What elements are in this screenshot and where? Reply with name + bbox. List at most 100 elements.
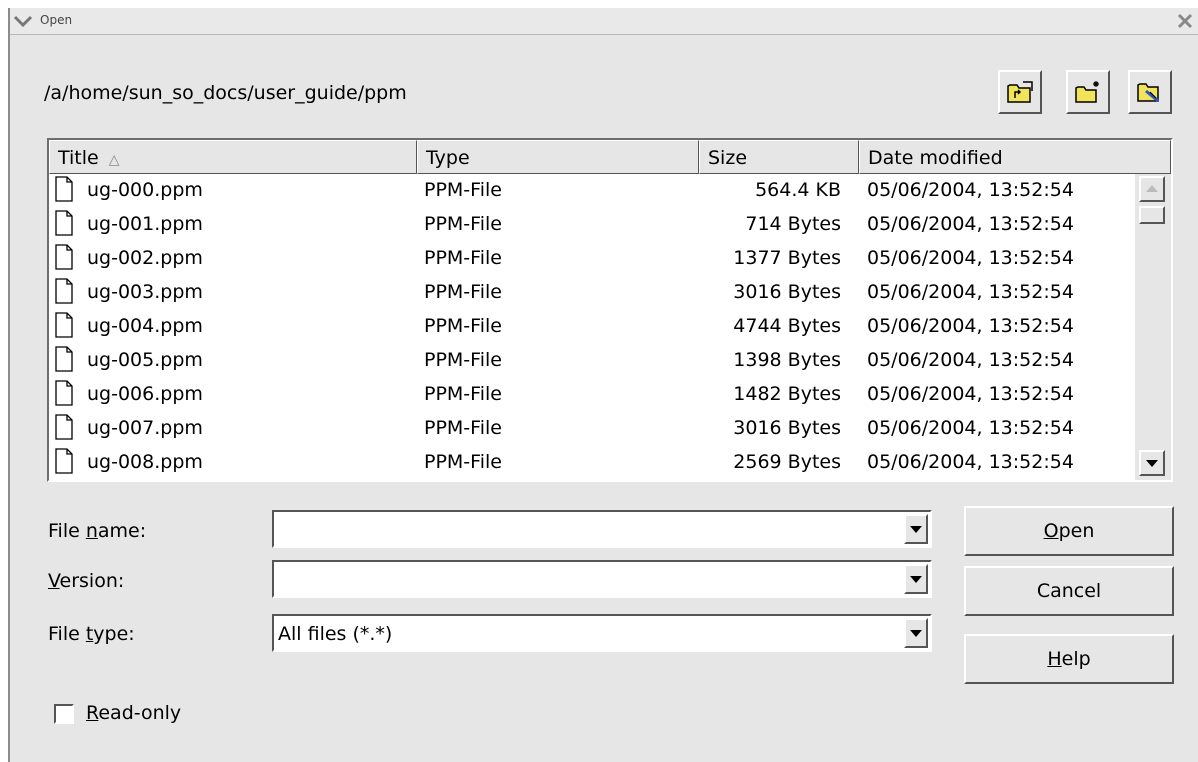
file-date-cell: 05/06/2004, 13:52:54: [867, 315, 1074, 337]
file-name-label: File name:: [48, 520, 147, 542]
file-type-cell: PPM-File: [424, 349, 502, 371]
cancel-button[interactable]: Cancel: [964, 566, 1174, 616]
file-type-cell: PPM-File: [424, 213, 502, 235]
file-list[interactable]: Title △ Type Size Date modified ug-000.p…: [47, 138, 1173, 482]
version-label: Version:: [48, 570, 125, 592]
version-dropdown-button[interactable]: [904, 564, 928, 594]
file-type-cell: PPM-File: [424, 247, 502, 269]
arrow-down-icon: [1146, 460, 1158, 467]
chevron-down-icon: [910, 630, 922, 637]
open-button[interactable]: Open: [964, 506, 1174, 556]
file-size-cell: 564.4 KB: [755, 179, 841, 201]
new-folder-button[interactable]: [1066, 70, 1110, 114]
scroll-up-button[interactable]: [1139, 176, 1165, 202]
file-type-select[interactable]: All files (*.*): [272, 614, 932, 652]
file-icon: [55, 380, 73, 406]
file-type-value: All files (*.*): [278, 623, 393, 645]
column-header-title[interactable]: Title △: [49, 140, 417, 174]
file-icon: [55, 448, 73, 474]
default-directory-button[interactable]: [1128, 70, 1172, 114]
help-button[interactable]: Help: [964, 634, 1174, 684]
title-bar: Open: [10, 8, 1198, 35]
table-row[interactable]: ug-007.ppm PPM-File 3016 Bytes 05/06/2004, …: [49, 412, 1135, 446]
default-directory-icon: [1137, 83, 1159, 103]
file-date-cell: 05/06/2004, 13:52:54: [867, 213, 1074, 235]
column-size-label: Size: [708, 147, 748, 169]
file-size-cell: 1398 Bytes: [733, 349, 841, 371]
column-header-type[interactable]: Type: [417, 140, 699, 174]
table-row[interactable]: ug-004.ppm PPM-File 4744 Bytes 05/06/2004, …: [49, 310, 1135, 344]
file-name-cell: ug-003.ppm: [87, 281, 203, 303]
file-icon: [55, 312, 73, 338]
folder-up-icon: [1007, 81, 1033, 103]
file-icon: [55, 278, 73, 304]
close-icon[interactable]: [1174, 11, 1196, 31]
file-name-cell: ug-000.ppm: [87, 179, 203, 201]
sort-ascending-icon: △: [108, 152, 120, 168]
file-name-combo[interactable]: [272, 510, 932, 548]
file-icon: [55, 210, 73, 236]
table-row[interactable]: ug-003.ppm PPM-File 3016 Bytes 05/06/2004, …: [49, 276, 1135, 310]
file-size-cell: 4744 Bytes: [733, 315, 841, 337]
read-only-checkbox[interactable]: [54, 704, 74, 724]
file-name-cell: ug-004.ppm: [87, 315, 203, 337]
file-name-cell: ug-001.ppm: [87, 213, 203, 235]
file-date-cell: 05/06/2004, 13:52:54: [867, 451, 1074, 473]
vertical-scrollbar[interactable]: [1135, 174, 1171, 480]
file-type-cell: PPM-File: [424, 451, 502, 473]
file-icon: [55, 176, 73, 202]
chevron-down-icon: [910, 576, 922, 583]
file-type-dropdown-button[interactable]: [904, 618, 928, 648]
table-row[interactable]: ug-001.ppm PPM-File 714 Bytes 05/06/2004, 1…: [49, 208, 1135, 242]
scroll-down-button[interactable]: [1139, 450, 1165, 476]
file-type-cell: PPM-File: [424, 383, 502, 405]
file-date-cell: 05/06/2004, 13:52:54: [867, 349, 1074, 371]
open-dialog: Open /a/home/sun_so_docs/user_guide/ppm …: [8, 8, 1198, 762]
file-name-cell: ug-006.ppm: [87, 383, 203, 405]
file-size-cell: 3016 Bytes: [733, 281, 841, 303]
read-only-label[interactable]: Read-only: [86, 702, 181, 724]
table-row[interactable]: ug-006.ppm PPM-File 1482 Bytes 05/06/2004, …: [49, 378, 1135, 412]
file-icon: [55, 244, 73, 270]
folder-up-button[interactable]: [998, 70, 1042, 114]
arrow-up-icon: [1146, 185, 1158, 192]
column-header-size[interactable]: Size: [699, 140, 859, 174]
scroll-thumb[interactable]: [1139, 206, 1165, 224]
file-date-cell: 05/06/2004, 13:52:54: [867, 417, 1074, 439]
file-name-cell: ug-002.ppm: [87, 247, 203, 269]
file-name-cell: ug-007.ppm: [87, 417, 203, 439]
file-icon: [55, 346, 73, 372]
window-title: Open: [40, 13, 73, 27]
file-name-cell: ug-008.ppm: [87, 451, 203, 473]
file-type-label: File type:: [48, 623, 135, 645]
file-size-cell: 714 Bytes: [745, 213, 841, 235]
file-type-cell: PPM-File: [424, 315, 502, 337]
table-row[interactable]: ug-000.ppm PPM-File 564.4 KB 05/06/2004, 13…: [49, 174, 1135, 208]
column-title-label: Title: [58, 147, 99, 169]
new-folder-icon: [1075, 81, 1099, 103]
file-name-cell: ug-005.ppm: [87, 349, 203, 371]
file-type-cell: PPM-File: [424, 417, 502, 439]
file-type-cell: PPM-File: [424, 281, 502, 303]
file-size-cell: 2569 Bytes: [733, 451, 841, 473]
table-row[interactable]: ug-002.ppm PPM-File 1377 Bytes 05/06/2004, …: [49, 242, 1135, 276]
file-rows: ug-000.ppm PPM-File 564.4 KB 05/06/2004, 13…: [49, 174, 1135, 480]
table-row[interactable]: ug-008.ppm PPM-File 2569 Bytes 05/06/2004, …: [49, 446, 1135, 480]
file-date-cell: 05/06/2004, 13:52:54: [867, 247, 1074, 269]
table-row[interactable]: ug-005.ppm PPM-File 1398 Bytes 05/06/2004, …: [49, 344, 1135, 378]
window-menu-icon[interactable]: [12, 11, 34, 31]
column-header-date-modified[interactable]: Date modified: [859, 140, 1171, 174]
chevron-down-icon: [910, 526, 922, 533]
file-icon: [55, 414, 73, 440]
file-type-cell: PPM-File: [424, 179, 502, 201]
file-size-cell: 3016 Bytes: [733, 417, 841, 439]
column-type-label: Type: [426, 147, 470, 169]
version-combo[interactable]: [272, 560, 932, 598]
current-path: /a/home/sun_so_docs/user_guide/ppm: [44, 82, 407, 104]
file-date-cell: 05/06/2004, 13:52:54: [867, 179, 1074, 201]
file-date-cell: 05/06/2004, 13:52:54: [867, 281, 1074, 303]
file-date-cell: 05/06/2004, 13:52:54: [867, 383, 1074, 405]
file-name-dropdown-button[interactable]: [904, 514, 928, 544]
column-date-label: Date modified: [868, 147, 1003, 169]
file-size-cell: 1377 Bytes: [733, 247, 841, 269]
